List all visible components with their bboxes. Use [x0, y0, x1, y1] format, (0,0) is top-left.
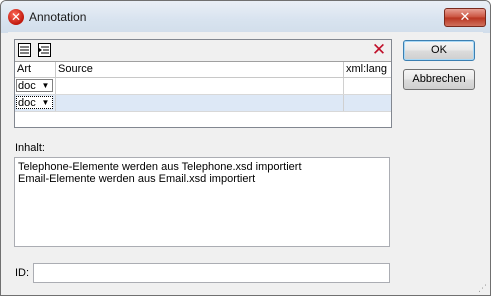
column-header-source[interactable]: Source	[56, 62, 344, 77]
grid-toolbar: ✕	[15, 40, 391, 62]
art-cell[interactable]: doc ▼	[15, 95, 56, 111]
cancel-button[interactable]: Abbrechen	[403, 69, 475, 90]
close-button[interactable]: ✕	[444, 8, 486, 27]
annotation-dialog: ✕ Annotation ✕ ✕ Art Source xml:lang doc…	[0, 0, 491, 296]
table-row[interactable]: doc ▼	[15, 78, 391, 95]
empty-row	[15, 112, 391, 128]
insert-row-icon[interactable]	[37, 42, 53, 58]
xml-lang-cell[interactable]	[344, 78, 391, 94]
append-row-icon[interactable]	[17, 42, 33, 58]
content-line: Email-Elemente werden aus Email.xsd impo…	[18, 173, 256, 185]
app-icon: ✕	[8, 9, 24, 25]
source-cell[interactable]	[56, 78, 344, 94]
id-input[interactable]	[33, 263, 390, 283]
title-bar[interactable]: ✕ Annotation ✕	[1, 1, 490, 33]
id-label: ID:	[15, 267, 30, 279]
column-header-art[interactable]: Art	[15, 62, 56, 77]
grid-header: Art Source xml:lang	[15, 62, 391, 78]
column-header-xml-lang[interactable]: xml:lang	[344, 62, 391, 77]
content-textarea[interactable]: Telephone-Elemente werden aus Telephone.…	[14, 157, 390, 247]
source-cell[interactable]	[56, 95, 344, 111]
resize-grip-icon[interactable]: ⋰	[478, 283, 488, 293]
xml-lang-cell[interactable]	[344, 95, 391, 111]
table-row[interactable]: doc ▼	[15, 95, 391, 112]
delete-row-icon[interactable]: ✕	[371, 41, 387, 59]
art-dropdown[interactable]: doc ▼	[16, 96, 53, 109]
chevron-down-icon[interactable]: ▼	[40, 97, 51, 108]
art-value: doc	[18, 80, 36, 92]
annotation-grid: ✕ Art Source xml:lang doc ▼ doc ▼	[14, 39, 392, 128]
dialog-body: ✕ Art Source xml:lang doc ▼ doc ▼ OK Abb…	[8, 32, 483, 288]
art-cell[interactable]: doc ▼	[15, 78, 56, 94]
content-line: Telephone-Elemente werden aus Telephone.…	[18, 161, 302, 173]
chevron-down-icon[interactable]: ▼	[40, 80, 51, 91]
ok-button[interactable]: OK	[403, 40, 475, 61]
content-label: Inhalt:	[15, 142, 45, 154]
art-value: doc	[18, 97, 36, 109]
art-dropdown[interactable]: doc ▼	[16, 79, 53, 92]
window-title: Annotation	[29, 10, 87, 24]
